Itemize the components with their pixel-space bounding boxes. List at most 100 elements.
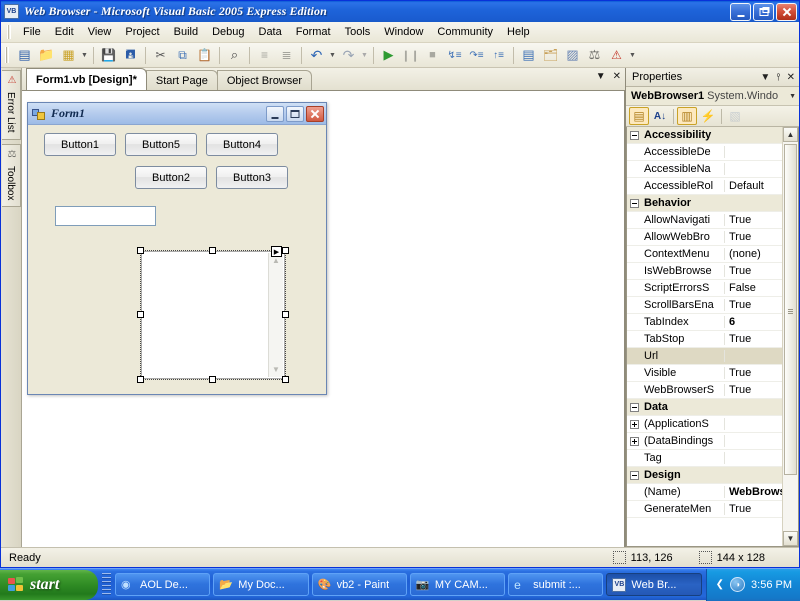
menu-project[interactable]: Project [118,23,166,42]
events-button[interactable]: ⚡ [698,107,718,125]
property-row-generatemember[interactable]: GenerateMen True [627,501,782,518]
properties-object-selector[interactable]: WebBrowser1 System.Windo ▼ [626,87,799,106]
add-new-item-icon[interactable]: ▦ [58,45,79,66]
property-row-iswebbrowsercontextmenuenabled[interactable]: IsWebBrowse True [627,263,782,280]
error-list-icon[interactable]: ⚠ [606,45,627,66]
form-button-3[interactable]: Button3 [216,166,288,189]
step-into-icon[interactable]: ↯≡ [444,45,465,66]
menu-data[interactable]: Data [252,23,289,42]
menu-community[interactable]: Community [430,23,500,42]
menu-window[interactable]: Window [377,23,430,42]
form-button-5[interactable]: Button5 [125,133,197,156]
property-value[interactable]: True [725,231,782,243]
expand-icon[interactable] [627,420,641,429]
save-icon[interactable]: 💾 [98,45,119,66]
property-value[interactable]: True [725,384,782,396]
webbrowser-scrollbar[interactable]: ▲ ▼ [268,253,283,377]
find-icon[interactable]: ⌕ [224,45,245,66]
property-category-row[interactable]: Design [627,467,782,484]
pin-icon[interactable]: ⫯ [776,72,780,83]
property-value[interactable]: Default [725,180,782,192]
property-value[interactable]: (none) [725,248,782,260]
step-over-icon[interactable]: ↷≡ [466,45,487,66]
form1-minimize-button[interactable] [266,106,284,122]
taskbar-item-paint[interactable]: 🎨 vb2 - Paint [312,573,407,596]
form1-maximize-button[interactable] [286,106,304,122]
taskbar-item-submit[interactable]: e submit :... [508,573,603,596]
property-value[interactable]: True [725,503,782,515]
new-project-icon[interactable]: ▤ [14,45,35,66]
property-row-visible[interactable]: Visible True [627,365,782,382]
form1-window[interactable]: Form1 Button1 Button5 Button4 Button2 Bu… [27,102,327,395]
menu-tools[interactable]: Tools [338,23,378,42]
autohide-tab-toolbox[interactable]: ⚖ Toolbox [2,144,21,207]
taskbar-item-aol[interactable]: ◉ AOL De... [115,573,210,596]
window-minimize-button[interactable] [730,3,751,21]
chevron-down-icon[interactable]: ▼ [596,71,606,82]
categorized-button[interactable]: ▤ [629,107,649,125]
form-webbrowser-1-selected[interactable]: ▲ ▼ ▶ [141,251,285,379]
resize-handle-se[interactable] [282,376,289,383]
window-restore-button[interactable] [753,3,774,21]
webbrowser-control[interactable]: ▲ ▼ [141,251,285,379]
scroll-down-arrow-icon[interactable]: ▼ [269,362,283,377]
alphabetical-button[interactable]: A↓ [650,107,670,125]
property-category-row[interactable]: Behavior [627,195,782,212]
undo-dropdown-arrow[interactable]: ▼ [328,45,337,66]
resize-handle-ne[interactable] [282,247,289,254]
property-row-webbrowsershortcutsenabled[interactable]: WebBrowserS True [627,382,782,399]
property-row-tabindex[interactable]: TabIndex 6 [627,314,782,331]
property-value[interactable]: True [725,214,782,226]
smart-tag-icon[interactable]: ▶ [271,246,282,257]
add-new-item-dropdown-arrow[interactable]: ▼ [80,45,89,66]
toolbar-overflow-arrow[interactable]: ▼ [628,45,637,66]
scroll-up-arrow-icon[interactable]: ▲ [783,127,798,142]
tab-start-page[interactable]: Start Page [146,70,218,90]
close-icon[interactable]: ✕ [613,71,621,82]
copy-icon[interactable]: ⧉ [172,45,193,66]
property-row-allownavigation[interactable]: AllowNavigati True [627,212,782,229]
property-row-name[interactable]: (Name) WebBrowser [627,484,782,501]
property-category-row[interactable]: Accessibility [627,127,782,144]
autohide-tab-error-list[interactable]: ⚠ Error List [2,70,21,140]
resize-handle-n[interactable] [209,247,216,254]
resize-handle-s[interactable] [209,376,216,383]
form1-client-area[interactable]: Button1 Button5 Button4 Button2 Button3 … [28,125,326,394]
tab-form1-design[interactable]: Form1.vb [Design]* [26,68,147,90]
taskbar-item-web-browser[interactable]: VB Web Br... [606,573,701,596]
property-row-tag[interactable]: Tag [627,450,782,467]
property-grid[interactable]: Accessibility AccessibleDe AccessibleNa [626,127,799,547]
property-row-contextmenustrip[interactable]: ContextMenu (none) [627,246,782,263]
property-row-allowwebbrowserdrop[interactable]: AllowWebBro True [627,229,782,246]
window-close-button[interactable] [776,3,797,21]
taskbar-item-my-cam[interactable]: 📷 MY CAM... [410,573,505,596]
scrollbar-track[interactable] [783,142,798,531]
scroll-down-arrow-icon[interactable]: ▼ [783,531,798,546]
property-value[interactable]: True [725,299,782,311]
paste-icon[interactable]: 📋 [194,45,215,66]
form-button-1[interactable]: Button1 [44,133,116,156]
close-icon[interactable]: ✕ [787,72,795,83]
property-value[interactable]: True [725,367,782,379]
property-row-url[interactable]: Url [627,348,782,365]
solution-explorer-icon[interactable]: ▤ [518,45,539,66]
property-category-row[interactable]: Data [627,399,782,416]
properties-button[interactable]: ▥ [677,107,697,125]
collapse-icon[interactable] [627,403,641,412]
tab-object-browser[interactable]: Object Browser [217,70,312,90]
menu-view[interactable]: View [81,23,119,42]
property-row-accessiblename[interactable]: AccessibleNa [627,161,782,178]
menu-debug[interactable]: Debug [205,23,251,42]
open-file-icon[interactable]: 📁 [36,45,57,66]
save-all-icon[interactable]: 🖪 [120,45,141,66]
menu-edit[interactable]: Edit [48,23,81,42]
property-row-tabstop[interactable]: TabStop True [627,331,782,348]
scrollbar-thumb[interactable] [784,144,797,475]
property-value[interactable]: False [725,282,782,294]
resize-handle-nw[interactable] [137,247,144,254]
resize-handle-w[interactable] [137,311,144,318]
toolbox-icon[interactable]: ⚖ [584,45,605,66]
collapse-icon[interactable] [627,199,641,208]
step-out-icon[interactable]: ↑≡ [488,45,509,66]
start-button[interactable]: start [0,570,98,600]
